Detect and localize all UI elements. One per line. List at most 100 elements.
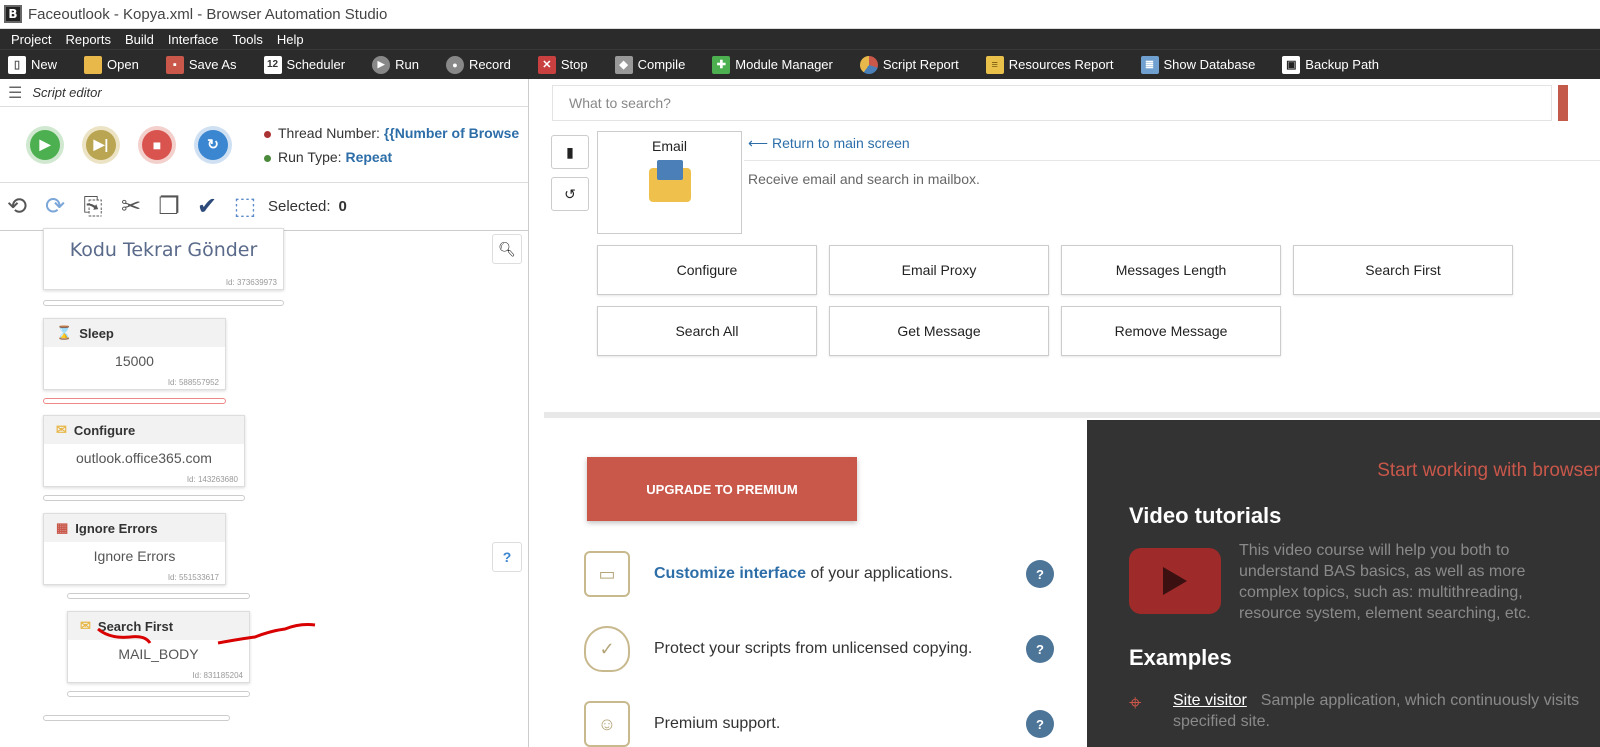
menu-tools[interactable]: Tools — [226, 32, 270, 47]
open-folder-icon — [84, 55, 103, 74]
record-button[interactable]: ● Record — [445, 55, 511, 74]
menu-interface[interactable]: Interface — [161, 32, 226, 47]
customize-interface-link[interactable]: Customize interface — [654, 565, 806, 582]
edit-toolbar: ⟲ ⟳ ⎘ ✂ ❐ ✔ ⬚ Selected: 0 — [0, 183, 528, 231]
show-database-button[interactable]: ≣ Show Database — [1140, 55, 1255, 74]
stop-icon: ✕ — [537, 55, 556, 74]
scheduler-button[interactable]: 12 Scheduler — [263, 55, 345, 74]
sleep-node[interactable]: ⌛ Sleep 15000 Id: 588557952 — [43, 318, 226, 390]
step-button[interactable]: ▶| — [82, 125, 120, 164]
site-visitor-link[interactable]: Site visitor — [1173, 692, 1247, 709]
new-button[interactable]: ▯ New — [8, 55, 57, 74]
cursor-click-icon: ⌖ — [1129, 690, 1142, 715]
paste-icon[interactable]: ❐ — [154, 192, 184, 222]
get-message-button[interactable]: Get Message — [829, 306, 1049, 356]
search-first-button[interactable]: Search First — [1293, 245, 1513, 295]
title-bar: B Faceoutlook - Kopya.xml - Browser Auto… — [0, 0, 1600, 29]
stop-button[interactable]: ✕ Stop — [537, 55, 588, 74]
help-mark-icon[interactable]: ? — [1026, 560, 1054, 588]
help-button[interactable]: ? — [492, 542, 522, 572]
action-node[interactable]: Kodu Tekrar Gönder Id: 373639973 — [43, 228, 284, 290]
hourglass-icon: ⌛ — [56, 325, 73, 340]
return-main-link[interactable]: ⟵ Return to main screen — [748, 135, 910, 152]
thread-info: Thread Number: {{Number of Browse Run Ty… — [264, 121, 519, 169]
email-module-card[interactable]: Email — [597, 131, 742, 234]
feature-support: ☺ Premium support. ? — [584, 701, 1054, 747]
search-accent — [1558, 85, 1568, 121]
menu-project[interactable]: Project — [4, 32, 58, 47]
email-module-icon — [648, 160, 691, 202]
module-description: Receive email and search in mailbox. — [748, 171, 980, 187]
script-report-button[interactable]: Script Report — [859, 55, 959, 74]
backup-path-button[interactable]: ▣ Backup Path — [1282, 55, 1379, 74]
open-button[interactable]: Open — [84, 55, 139, 74]
start-working-link[interactable]: Start working with browser — [1377, 460, 1600, 482]
compile-icon: ◆ — [614, 55, 633, 74]
connector-bar — [67, 691, 250, 697]
menu-build[interactable]: Build — [118, 32, 161, 47]
history-icon: ↺ — [564, 185, 576, 202]
script-canvas[interactable]: Kodu Tekrar Gönder Id: 373639973 ⌛ Sleep … — [0, 228, 528, 747]
save-icon: ▪ — [165, 55, 184, 74]
upgrade-premium-button[interactable]: UPGRADE TO PREMIUM — [587, 457, 857, 521]
step-icon: ▶| — [86, 129, 116, 160]
feature-customize: ▭ Customize interface of your applicatio… — [584, 551, 1054, 597]
examples-title: Examples — [1129, 645, 1232, 670]
backup-icon: ▣ — [1282, 55, 1301, 74]
video-tutorials-title: Video tutorials — [1129, 503, 1282, 528]
run-button[interactable]: ▶ Run — [372, 55, 419, 74]
calendar-icon: 12 — [263, 55, 282, 74]
help-mark-icon[interactable]: ? — [1026, 635, 1054, 663]
copy-icon[interactable]: ⎘ — [78, 192, 108, 222]
email-proxy-button[interactable]: Email Proxy — [829, 245, 1049, 295]
app-logo-icon: B — [4, 5, 22, 23]
select-icon[interactable]: ⬚ — [230, 192, 260, 222]
search-all-button[interactable]: Search All — [597, 306, 817, 356]
play-icon: ▶ — [30, 129, 60, 160]
play-button[interactable]: ▶ — [26, 125, 64, 164]
redo-icon[interactable]: ⟳ — [40, 192, 70, 222]
compile-button[interactable]: ◆ Compile — [614, 55, 685, 74]
search-node-button[interactable]: 🔍︎ — [492, 234, 522, 264]
undo-icon[interactable]: ⟲ — [2, 192, 32, 222]
run-type-value[interactable]: Repeat — [345, 149, 392, 165]
run-icon: ▶ — [372, 55, 391, 74]
help-mark-icon[interactable]: ? — [1026, 710, 1054, 738]
bookmark-icon: ▮ — [566, 143, 574, 160]
module-manager-button[interactable]: ✚ Module Manager — [712, 55, 833, 74]
restart-button[interactable]: ↻ — [194, 125, 232, 164]
script-editor-title: Script editor — [32, 85, 102, 100]
stop-script-button[interactable]: ■ — [138, 125, 176, 164]
remove-message-button[interactable]: Remove Message — [1061, 306, 1281, 356]
selected-count: 0 — [338, 198, 347, 215]
search-input[interactable]: What to search? — [552, 85, 1552, 121]
search-icon: 🔍︎ — [498, 240, 516, 257]
red-annotation-scribble — [97, 623, 316, 645]
menu-reports[interactable]: Reports — [58, 32, 118, 47]
messages-length-button[interactable]: Messages Length — [1061, 245, 1281, 295]
configure-node[interactable]: ✉ Configure outlook.office365.com Id: 143… — [43, 415, 245, 487]
run-type-dot-icon — [264, 154, 271, 162]
connector-bar — [67, 593, 250, 599]
thread-number-value[interactable]: {{Number of Browse — [384, 125, 519, 141]
check-all-icon[interactable]: ✔ — [192, 192, 222, 222]
history-button[interactable]: ↺ — [551, 177, 589, 211]
configure-action-button[interactable]: Configure — [597, 245, 817, 295]
ignore-errors-node[interactable]: ▦ Ignore Errors Ignore Errors Id: 5515336… — [43, 513, 226, 585]
menu-help[interactable]: Help — [270, 32, 311, 47]
divider — [744, 160, 1600, 161]
selected-label: Selected: — [268, 198, 331, 215]
example-item: Site visitor Sample application, which co… — [1173, 692, 1580, 730]
connector-bar — [43, 398, 226, 404]
youtube-play-icon[interactable] — [1129, 548, 1221, 614]
resources-report-button[interactable]: ≡ Resources Report — [985, 55, 1114, 74]
save-as-button[interactable]: ▪ Save As — [165, 55, 237, 74]
tutorials-panel: Start working with browser Video tutoria… — [1087, 420, 1600, 747]
puzzle-icon: ✚ — [712, 55, 731, 74]
bookmark-button[interactable]: ▮ — [551, 135, 589, 169]
main-toolbar: ▯ New Open ▪ Save As 12 Scheduler ▶ Run ● Rec… — [0, 49, 1600, 79]
cut-icon[interactable]: ✂ — [116, 192, 146, 222]
section-separator — [544, 412, 1600, 418]
database-icon: ≣ — [1140, 55, 1159, 74]
hamburger-menu-icon[interactable]: ☰ — [8, 83, 22, 103]
